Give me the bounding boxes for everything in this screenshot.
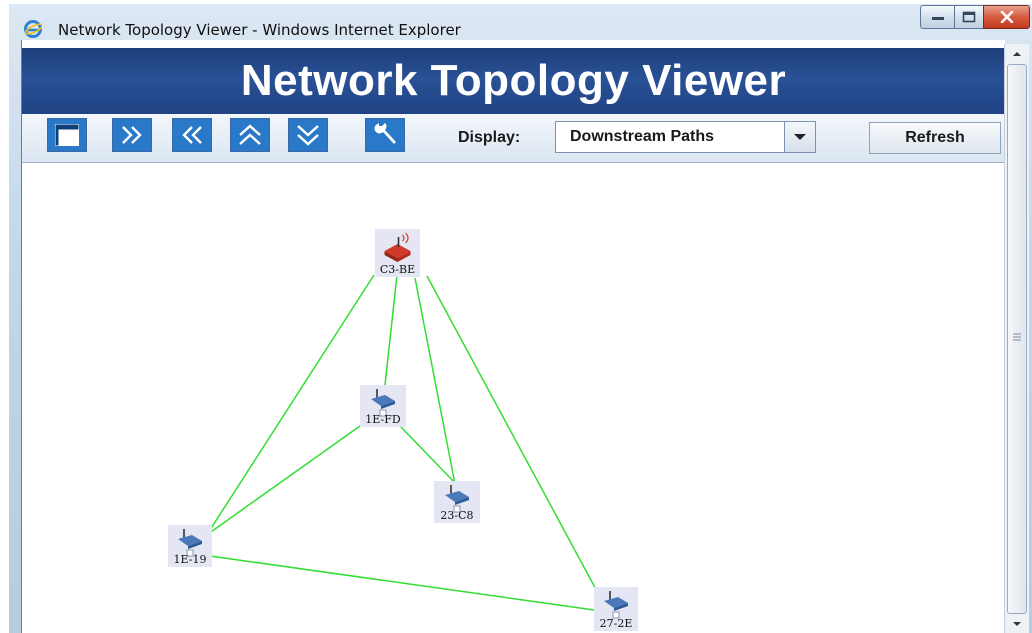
settings-button[interactable] (365, 118, 405, 152)
display-select-value: Downstream Paths (570, 128, 715, 145)
link-C3-BE-23-C8 (414, 277, 456, 485)
node-1E-19[interactable]: 1E-19 (168, 525, 212, 567)
expand-left-button[interactable] (172, 118, 212, 152)
caret-down-icon (794, 134, 806, 140)
node-label: 23-C8 (440, 509, 473, 522)
vertical-scrollbar[interactable] (1004, 44, 1029, 633)
dropdown-arrow-button[interactable] (784, 122, 815, 152)
page-viewport: Network Topology Viewer Display: Downstr… (21, 40, 1005, 633)
link-1E-FD-1E-19 (207, 425, 361, 535)
expand-down-button[interactable] (288, 118, 328, 152)
double-chevron-left-icon (182, 126, 202, 144)
close-icon (1000, 11, 1013, 23)
arrow-down-icon (1013, 622, 1021, 626)
topology-canvas[interactable]: C3-BE 1E-FD 23-C8 1E-19 27-2E (22, 163, 1005, 633)
link-C3-BE-27-2E (426, 275, 600, 596)
app-banner: Network Topology Viewer (22, 48, 1005, 114)
window-title: Network Topology Viewer - Windows Intern… (58, 21, 461, 39)
minimize-icon (931, 17, 944, 20)
window-icon (55, 124, 79, 146)
expand-right-button[interactable] (112, 118, 152, 152)
node-label: 1E-FD (365, 413, 401, 426)
app-title: Network Topology Viewer (240, 56, 787, 105)
double-chevron-right-icon (122, 126, 142, 144)
scroll-thumb[interactable] (1007, 64, 1027, 614)
double-chevron-up-icon (239, 124, 261, 145)
node-1E-FD[interactable]: 1E-FD (360, 385, 406, 427)
link-1E-19-27-2E (209, 555, 595, 611)
topology-graph: C3-BE 1E-FD 23-C8 1E-19 27-2E (168, 229, 638, 631)
minimize-button[interactable] (920, 5, 954, 29)
ie-logo-icon (24, 20, 42, 38)
node-label: 1E-19 (174, 553, 207, 566)
node-23-C8[interactable]: 23-C8 (434, 481, 480, 523)
node-label: 27-2E (600, 617, 633, 630)
arrow-up-icon (1013, 52, 1021, 56)
node-label: C3-BE (380, 263, 415, 276)
window-button[interactable] (47, 118, 87, 152)
close-button[interactable] (983, 5, 1030, 29)
node-C3-BE[interactable]: C3-BE (375, 229, 420, 277)
scroll-up-button[interactable] (1005, 44, 1029, 64)
display-select[interactable]: Downstream Paths (555, 121, 816, 153)
display-label: Display: (458, 129, 521, 146)
grip-icon (1013, 333, 1021, 341)
wrench-icon (374, 123, 396, 144)
double-chevron-down-icon (297, 125, 319, 146)
refresh-button[interactable]: Refresh (869, 122, 1001, 154)
scroll-down-button[interactable] (1005, 616, 1029, 632)
toolbar: Display: Downstream Paths Refresh (22, 114, 1005, 163)
maximize-button[interactable] (954, 5, 984, 29)
link-C3-BE-1E-19 (207, 274, 375, 534)
node-27-2E[interactable]: 27-2E (594, 587, 638, 631)
expand-up-button[interactable] (230, 118, 270, 152)
maximize-icon (962, 11, 976, 23)
link-C3-BE-1E-FD (384, 274, 398, 386)
